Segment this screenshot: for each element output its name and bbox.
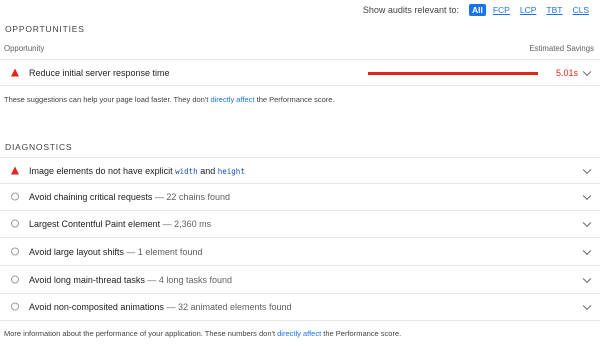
diagnostics-section-title: DIAGNOSTICS <box>5 142 73 152</box>
note-text-end: the Performance score. <box>256 95 335 104</box>
audit-row-layout-shifts[interactable]: Avoid large layout shifts — 1 element fo… <box>0 239 600 266</box>
chevron-down-icon[interactable] <box>582 165 592 174</box>
audit-display-value: — 4 long tasks found <box>147 275 232 285</box>
note-text: More information about the performance o… <box>4 329 276 338</box>
audit-title-text: Avoid long main-thread tasks <box>29 275 145 285</box>
audit-title-text: Largest Contentful Paint element <box>29 219 161 229</box>
fail-triangle-icon <box>11 166 20 175</box>
directly-affect-link[interactable]: directly affect <box>210 95 254 104</box>
chevron-down-icon[interactable] <box>582 67 592 76</box>
audit-title: Avoid long main-thread tasks — 4 long ta… <box>29 275 232 285</box>
filter-chip-fcp[interactable]: FCP <box>490 4 513 16</box>
filter-label: Show audits relevant to: <box>362 5 459 15</box>
audit-row-image-dimensions[interactable]: Image elements do not have explicit widt… <box>0 157 600 184</box>
audit-display-value: — 2,360 ms <box>162 219 212 229</box>
savings-bar <box>368 72 538 75</box>
fail-triangle-icon <box>11 68 20 77</box>
audit-title-and: and <box>200 165 216 176</box>
filter-chip-all[interactable]: All <box>468 4 486 16</box>
audit-display-value: — 22 chains found <box>154 192 230 202</box>
audit-title: Reduce initial server response time <box>29 67 170 78</box>
audit-title: Image elements do not have explicit widt… <box>29 166 245 176</box>
audit-filter-bar: Show audits relevant to: All FCP LCP TBT… <box>363 3 592 17</box>
audit-row-server-response-time[interactable]: Reduce initial server response time 5.01… <box>0 59 600 86</box>
audit-display-value: — 1 element found <box>126 247 203 257</box>
audit-title-text: Avoid chaining critical requests <box>29 192 153 202</box>
savings-value: 5.01s <box>555 67 578 78</box>
opportunity-column-header: Opportunity <box>4 44 45 53</box>
filter-chip-lcp[interactable]: LCP <box>517 4 540 16</box>
estimated-savings-column-header: Estimated Savings <box>529 44 594 53</box>
code-height: height <box>217 166 245 176</box>
directly-affect-link[interactable]: directly affect <box>277 329 321 338</box>
chevron-down-icon[interactable] <box>582 191 592 201</box>
chevron-down-icon[interactable] <box>582 301 592 311</box>
audit-row-lcp-element[interactable]: Largest Contentful Paint element — 2,360… <box>0 211 600 238</box>
info-circle-icon <box>11 247 20 257</box>
opportunities-note: These suggestions can help your page loa… <box>4 95 335 104</box>
audit-title-text: Avoid large layout shifts <box>29 247 124 257</box>
audit-row-main-thread-tasks[interactable]: Avoid long main-thread tasks — 4 long ta… <box>0 267 600 294</box>
info-circle-icon <box>11 192 20 202</box>
code-width: width <box>175 166 198 176</box>
audit-title: Avoid non-composited animations — 32 ani… <box>29 302 292 312</box>
audit-row-non-composited-animations[interactable]: Avoid non-composited animations — 32 ani… <box>0 294 600 321</box>
audit-title-text: Image elements do not have explicit <box>29 165 173 176</box>
info-circle-icon <box>11 275 20 285</box>
chevron-down-icon[interactable] <box>582 274 592 284</box>
info-circle-icon <box>11 219 20 229</box>
audit-row-critical-requests[interactable]: Avoid chaining critical requests — 22 ch… <box>0 184 600 211</box>
diagnostics-note: More information about the performance o… <box>4 329 401 338</box>
chevron-down-icon[interactable] <box>582 246 592 256</box>
filter-chip-tbt[interactable]: TBT <box>543 4 565 16</box>
chevron-down-icon[interactable] <box>582 218 592 228</box>
filter-chip-cls[interactable]: CLS <box>569 4 592 16</box>
audit-title: Avoid chaining critical requests — 22 ch… <box>29 192 230 202</box>
audit-title-text: Avoid non-composited animations <box>29 302 164 312</box>
audit-display-value: — 32 animated elements found <box>166 302 292 312</box>
audit-title: Largest Contentful Paint element — 2,360… <box>29 219 211 229</box>
audit-title: Avoid large layout shifts — 1 element fo… <box>29 247 202 257</box>
note-text: These suggestions can help your page loa… <box>4 95 209 104</box>
note-text-end: the Performance score. <box>323 329 402 338</box>
info-circle-icon <box>11 302 20 312</box>
opportunities-section-title: OPPORTUNITIES <box>5 24 85 34</box>
